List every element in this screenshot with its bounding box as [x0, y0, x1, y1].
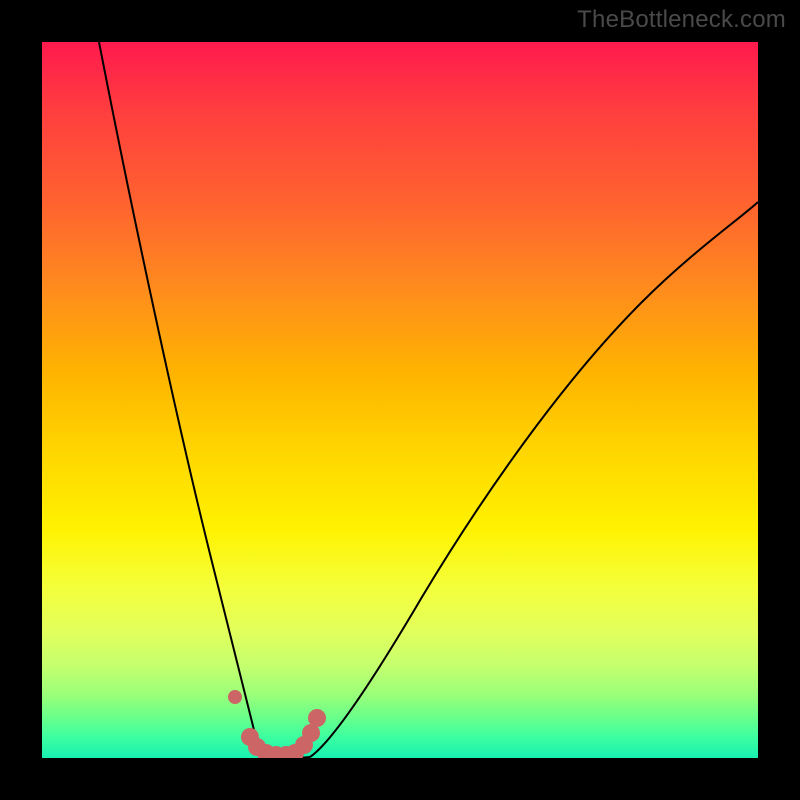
marker-point: [308, 709, 326, 727]
watermark-text: TheBottleneck.com: [577, 6, 786, 34]
curve-right-branch: [310, 202, 758, 757]
marker-cluster: [228, 690, 326, 758]
curve-left-branch: [99, 42, 272, 757]
chart-frame: TheBottleneck.com: [0, 0, 800, 800]
marker-point: [228, 690, 242, 704]
plot-area: [42, 42, 758, 758]
curve-layer: [42, 42, 758, 758]
